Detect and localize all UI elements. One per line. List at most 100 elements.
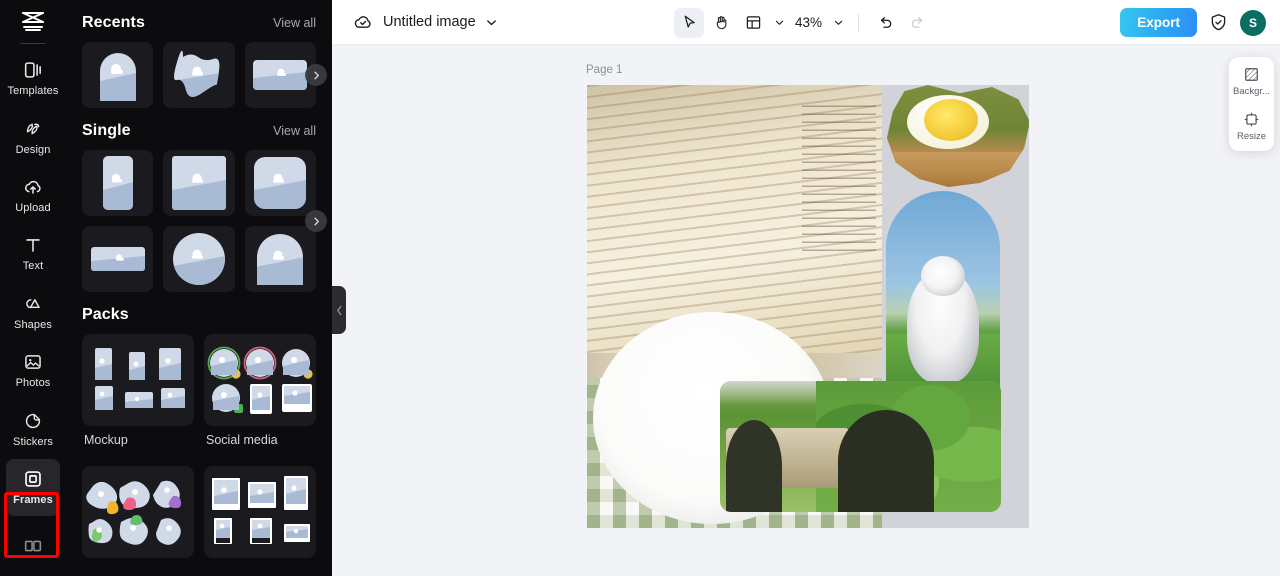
undo-icon xyxy=(880,17,891,28)
sidebar-item-label: Text xyxy=(22,260,44,273)
select-tool-button[interactable] xyxy=(674,7,704,38)
single-row xyxy=(66,150,332,292)
sidebar-item-text[interactable]: Text xyxy=(6,225,60,281)
book-icon xyxy=(24,540,42,552)
sidebar-item-shapes[interactable]: Shapes xyxy=(6,284,60,340)
sidebar-item-templates[interactable]: Templates xyxy=(6,50,60,106)
canvas-image-egg-blob[interactable] xyxy=(886,85,1029,187)
panel-collapse-handle[interactable] xyxy=(332,286,346,334)
single-view-all-link[interactable]: View all xyxy=(273,124,316,138)
background-label: Backgr... xyxy=(1233,86,1270,97)
undo-button[interactable] xyxy=(870,8,900,38)
frame-thumb[interactable] xyxy=(244,226,316,292)
bridge-arch-opening-small xyxy=(725,420,782,512)
sidebar-item-frames[interactable]: Frames xyxy=(6,459,60,516)
pack-preview[interactable] xyxy=(82,334,194,426)
portrait-frame-icon xyxy=(102,156,133,210)
resize-button[interactable]: Resize xyxy=(1229,111,1274,142)
frame-thumb[interactable] xyxy=(82,150,154,216)
rail-divider xyxy=(20,42,46,44)
topbar-right-group: Export S xyxy=(1120,0,1266,45)
polaroid-pack-icon xyxy=(212,476,310,544)
blob-frame-icon xyxy=(173,51,220,97)
frame-thumb[interactable] xyxy=(163,150,235,216)
shield-check-icon[interactable] xyxy=(1208,12,1229,33)
design-canvas[interactable] xyxy=(587,85,1029,528)
recents-view-all-link[interactable]: View all xyxy=(273,16,316,30)
section-title: Packs xyxy=(82,306,129,323)
sidebar-item-label: Shapes xyxy=(14,318,52,331)
recents-row xyxy=(66,42,332,108)
sidebar-item-label: Design xyxy=(15,143,51,156)
sidebar-item-next[interactable] xyxy=(6,518,60,574)
design-icon xyxy=(26,123,40,134)
sidebar-item-label: Stickers xyxy=(13,435,53,448)
arch-tall-frame-icon xyxy=(257,234,304,285)
export-button[interactable]: Export xyxy=(1120,8,1197,37)
section-title: Single xyxy=(82,122,131,139)
wide-frame-icon xyxy=(253,60,308,90)
chevron-down-icon[interactable] xyxy=(485,16,498,29)
document-title-group[interactable]: Untitled image xyxy=(332,11,498,33)
packs-section-header: Packs xyxy=(66,306,332,324)
pack-item-social-media[interactable]: Social media xyxy=(204,334,316,456)
pack-label: Mockup xyxy=(84,433,128,447)
frame-thumb[interactable] xyxy=(163,226,235,292)
cursor-arrow-icon xyxy=(684,15,695,28)
sidebar-item-design[interactable]: Design xyxy=(6,108,60,164)
sidebar-item-photos[interactable]: Photos xyxy=(6,342,60,398)
frame-thumb[interactable] xyxy=(163,42,235,108)
capcut-logo-icon xyxy=(22,12,44,32)
packs-grid: Mockup Social media xyxy=(66,334,332,558)
frame-thumb[interactable] xyxy=(244,150,316,216)
canvas-image-bridge-landscape[interactable] xyxy=(720,381,1001,512)
egg-yolk-layer xyxy=(924,99,979,142)
blob-pack-icon xyxy=(86,480,182,545)
sidebar-item-label: Photos xyxy=(15,377,51,390)
layout-button[interactable] xyxy=(738,8,768,38)
pack-item-polaroid[interactable] xyxy=(204,466,316,558)
layout-dropdown-chevron[interactable] xyxy=(770,9,788,37)
templates-icon xyxy=(24,62,41,78)
sandwich-layer xyxy=(588,224,723,405)
circle-frame-icon xyxy=(172,233,225,285)
pack-preview[interactable] xyxy=(204,334,316,426)
resize-label: Resize xyxy=(1236,130,1267,142)
banner-frame-icon xyxy=(90,247,145,271)
text-icon xyxy=(26,239,40,253)
app-logo[interactable] xyxy=(0,0,66,43)
frames-panel: Recents View all Single View all Packs M… xyxy=(66,0,332,576)
redo-icon xyxy=(911,17,922,28)
sidebar-item-stickers[interactable]: Stickers xyxy=(6,401,60,457)
arch-frame-icon xyxy=(99,53,136,101)
zoom-level-value[interactable]: 43% xyxy=(790,15,827,30)
chevron-right-icon xyxy=(313,71,319,79)
user-avatar[interactable]: S xyxy=(1240,9,1266,36)
left-nav-rail: Templates Design Upload Text Shapes Phot… xyxy=(0,0,66,576)
pack-item-blobs[interactable] xyxy=(82,466,194,558)
pack-preview[interactable] xyxy=(82,466,194,558)
frames-icon xyxy=(25,471,41,488)
rounded-square-frame-icon xyxy=(254,157,307,209)
pack-item-mockup[interactable]: Mockup xyxy=(82,334,194,456)
zoom-dropdown-chevron[interactable] xyxy=(829,9,847,37)
sidebar-item-upload[interactable]: Upload xyxy=(6,167,60,223)
sidebar-item-label: Upload xyxy=(15,201,51,214)
layout-grid-icon xyxy=(746,16,760,29)
document-title[interactable]: Untitled image xyxy=(383,14,476,30)
background-hatch-icon xyxy=(1245,68,1258,81)
frame-thumb[interactable] xyxy=(82,42,154,108)
pack-preview[interactable] xyxy=(204,466,316,558)
toolbar-divider xyxy=(858,13,860,32)
frame-thumb[interactable] xyxy=(82,226,154,292)
capcut-editor-window: Templates Design Upload Text Shapes Phot… xyxy=(0,0,1280,576)
canvas-image-cat-arch[interactable] xyxy=(886,191,1000,402)
bread-layer xyxy=(889,152,1025,187)
recents-next-button[interactable] xyxy=(305,64,327,86)
background-button[interactable]: Backgr... xyxy=(1229,66,1274,97)
single-next-button[interactable] xyxy=(305,210,327,232)
upload-cloud-icon xyxy=(25,180,41,194)
hand-tool-button[interactable] xyxy=(706,8,736,38)
canvas-stage[interactable]: Page 1 Backgr... Resize xyxy=(332,45,1280,576)
redo-button[interactable] xyxy=(902,8,932,38)
